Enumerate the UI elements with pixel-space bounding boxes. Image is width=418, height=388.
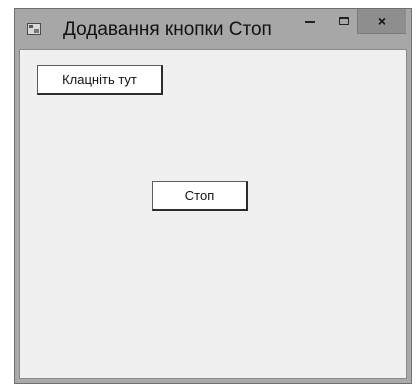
- stop-button[interactable]: Стоп: [152, 181, 248, 211]
- app-window: Додавання кнопки Стоп × Клацніть тут Сто…: [14, 8, 412, 384]
- click-here-button[interactable]: Клацніть тут: [37, 65, 163, 95]
- close-icon: ×: [377, 13, 387, 29]
- maximize-icon: [339, 16, 349, 25]
- minimize-icon: [305, 20, 315, 23]
- form-app-icon[interactable]: [27, 23, 41, 35]
- title-bar[interactable]: Додавання кнопки Стоп ×: [15, 9, 411, 49]
- form-client-area: Клацніть тут Стоп: [19, 49, 407, 379]
- minimize-button[interactable]: [297, 9, 323, 33]
- window-title: Додавання кнопки Стоп: [63, 19, 272, 40]
- maximize-button[interactable]: [331, 9, 357, 33]
- close-button[interactable]: ×: [357, 9, 406, 34]
